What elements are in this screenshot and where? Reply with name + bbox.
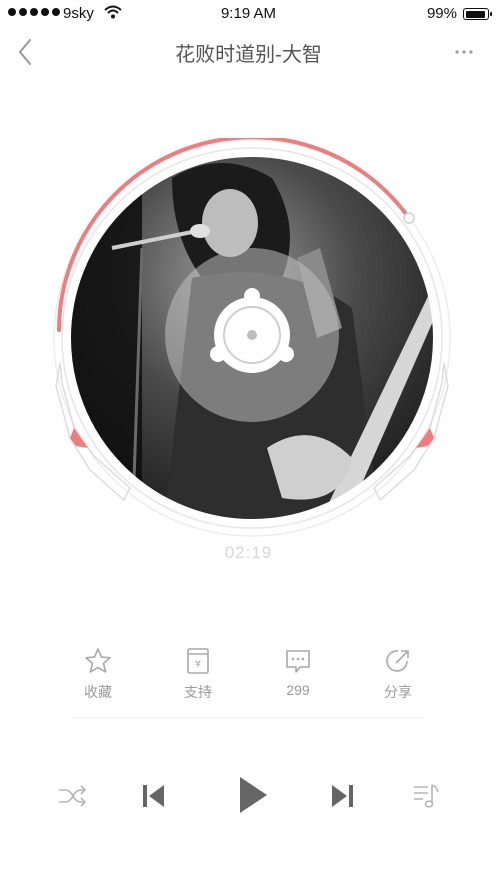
share-icon (386, 650, 409, 672)
status-bar: 9sky 9:19 AM 99% (0, 0, 497, 28)
back-chevron-icon[interactable] (12, 36, 42, 68)
next-icon[interactable] (330, 782, 356, 810)
share-button[interactable]: 分享 (348, 646, 448, 706)
comments-button[interactable]: 299 (248, 646, 348, 706)
progress-knob[interactable] (403, 212, 415, 224)
favorite-label: 收藏 (84, 684, 112, 700)
share-label: 分享 (384, 684, 412, 700)
favorite-button[interactable]: 收藏 (48, 646, 148, 706)
playlist-icon[interactable] (411, 781, 441, 811)
song-title: 花败时道别-大智 (175, 44, 322, 66)
right-accent-mark (416, 428, 434, 448)
playback-controls (0, 768, 497, 824)
support-button[interactable]: ¥ 支持 (148, 646, 248, 706)
battery-icon (463, 8, 492, 20)
support-label: 支持 (184, 684, 212, 700)
status-time: 9:19 AM (220, 5, 277, 22)
battery-percent: 99% (426, 5, 457, 22)
action-bar: 收藏 ¥ 支持 299 分享 (48, 646, 448, 706)
previous-icon[interactable] (140, 782, 166, 810)
comments-count: 299 (286, 682, 310, 698)
svg-text:¥: ¥ (195, 659, 201, 670)
navigation-bar: 花败时道别-大智 (0, 28, 497, 76)
star-icon (85, 648, 111, 673)
album-disc[interactable] (52, 135, 452, 538)
more-dots-icon[interactable] (447, 38, 481, 66)
play-icon[interactable] (236, 774, 270, 816)
comment-icon (286, 650, 310, 673)
shuffle-icon[interactable] (57, 783, 87, 809)
divider (72, 717, 425, 718)
elapsed-time: 02:19 (224, 543, 273, 562)
yen-tag-icon: ¥ (187, 648, 209, 674)
left-accent-mark (70, 428, 88, 448)
